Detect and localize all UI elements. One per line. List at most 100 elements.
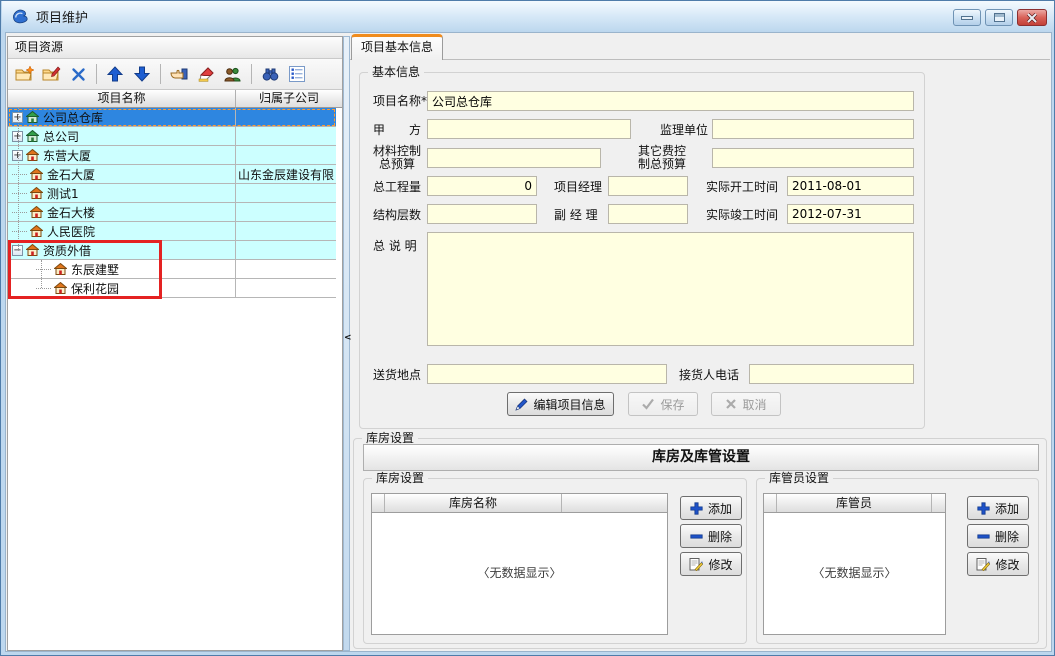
- pen-icon: [515, 398, 528, 411]
- keeper-modify-button[interactable]: 修改: [967, 552, 1029, 576]
- warehouse-remove-button[interactable]: 删除: [680, 524, 742, 548]
- new-folder-button[interactable]: [12, 62, 36, 86]
- deputy-manager-input[interactable]: [608, 204, 688, 224]
- supervisor-label: 监理单位: [660, 122, 708, 138]
- minimize-icon: [961, 16, 973, 20]
- tree-item-2[interactable]: + 总公司: [8, 127, 336, 146]
- tab-project-basic-info[interactable]: 项目基本信息: [351, 34, 443, 60]
- tree-item-name-cell: 测试1: [8, 184, 236, 202]
- tree-item-name-cell: + 东营大厦: [8, 146, 236, 164]
- project-resource-panel: 项目资源: [7, 36, 343, 651]
- warehouse-add-button[interactable]: 添加: [680, 496, 742, 520]
- tree-item-company-cell: [236, 241, 336, 259]
- titlebar: 项目维护: [2, 1, 1055, 32]
- other-budget-input[interactable]: [712, 148, 914, 168]
- receiver-phone-input[interactable]: [749, 364, 914, 384]
- edit-project-button[interactable]: 编辑项目信息: [507, 392, 614, 416]
- tree-item-name-cell: 金石大楼: [8, 203, 236, 221]
- party-a-label: 甲 方: [373, 122, 421, 138]
- project-manager-input[interactable]: [608, 176, 688, 196]
- tree-item-company-cell: [236, 260, 336, 278]
- actual-start-input[interactable]: [787, 176, 914, 196]
- other-budget-label: 其它费控制总预算: [638, 145, 686, 171]
- tree-connector: [12, 212, 27, 213]
- project-name-input[interactable]: [427, 91, 914, 111]
- toolbar-separator: [160, 64, 161, 84]
- tree-item-company-cell: [236, 222, 336, 240]
- list-view-icon: [289, 66, 305, 82]
- delete-icon: [71, 67, 86, 82]
- keeper-column-header[interactable]: 库管员: [777, 494, 932, 512]
- tree-item-company-cell: [236, 184, 336, 202]
- structure-floors-input[interactable]: [427, 204, 537, 224]
- tree-item-name-cell: 人民医院: [8, 222, 236, 240]
- tree-item-1[interactable]: + 公司总仓库: [8, 108, 336, 127]
- move-up-button[interactable]: [103, 62, 127, 86]
- move-down-button[interactable]: [130, 62, 154, 86]
- arrow-down-icon: [134, 66, 150, 82]
- tree-item-company-cell: [236, 146, 336, 164]
- check-icon: [641, 398, 655, 410]
- actual-start-label: 实际开工时间: [706, 179, 778, 195]
- tree-item-company-cell: [236, 127, 336, 145]
- tree-item-4[interactable]: 金石大厦 山东金辰建设有限: [8, 165, 336, 184]
- green-house-icon: [26, 130, 39, 142]
- description-label: 总 说 明: [373, 238, 417, 254]
- find-button[interactable]: [258, 62, 282, 86]
- eraser-icon: [198, 67, 215, 82]
- total-quantity-input[interactable]: [427, 176, 537, 196]
- tree-item-label: 东营大厦: [43, 147, 91, 164]
- edit-folder-icon: [42, 66, 61, 82]
- material-budget-input[interactable]: [427, 148, 601, 168]
- description-textarea[interactable]: [427, 232, 914, 346]
- keeper-empty-text: 〈无数据显示〉: [764, 564, 945, 581]
- binoculars-icon: [262, 67, 279, 81]
- supervisor-input[interactable]: [712, 119, 914, 139]
- edit-folder-button[interactable]: [39, 62, 63, 86]
- window-title: 项目维护: [36, 7, 88, 26]
- panel-splitter[interactable]: <: [343, 36, 350, 651]
- eraser-button[interactable]: [194, 62, 218, 86]
- list-view-button[interactable]: [285, 62, 309, 86]
- delivery-address-input[interactable]: [427, 364, 667, 384]
- maximize-button[interactable]: [985, 9, 1013, 26]
- close-button[interactable]: [1017, 9, 1047, 26]
- tree-item-label: 金石大楼: [47, 204, 95, 221]
- tree-item-company-cell: [236, 279, 336, 297]
- tree-connector: [12, 231, 27, 232]
- party-a-input[interactable]: [427, 119, 631, 139]
- warehouse-table[interactable]: 库房名称 〈无数据显示〉: [371, 493, 668, 635]
- tree-header: 项目名称 归属子公司: [8, 90, 342, 108]
- material-budget-label: 材料控制总预算: [373, 145, 421, 171]
- delete-button[interactable]: [66, 62, 90, 86]
- panel-caption: 项目资源: [8, 37, 342, 59]
- basic-info-group-label: 基本信息: [368, 65, 424, 79]
- annotation-red-rectangle: [8, 240, 162, 299]
- warehouse-modify-button[interactable]: 修改: [680, 552, 742, 576]
- warehouse-name-column-header[interactable]: 库房名称: [385, 494, 562, 512]
- modify-note-icon: [976, 557, 990, 571]
- keeper-table[interactable]: 库管员 〈无数据显示〉: [763, 493, 946, 635]
- cancel-button[interactable]: 取消: [711, 392, 781, 416]
- column-header-project-name[interactable]: 项目名称: [8, 90, 236, 107]
- project-manager-label: 项目经理: [554, 179, 602, 195]
- structure-floors-label: 结构层数: [373, 207, 421, 223]
- orange-house-icon: [30, 168, 43, 180]
- tree-item-6[interactable]: 金石大楼: [8, 203, 336, 222]
- minus-icon: [977, 530, 990, 543]
- tree-item-company: 山东金辰建设有限: [238, 166, 334, 183]
- tree-item-5[interactable]: 测试1: [8, 184, 336, 203]
- hand-pointer-button[interactable]: [167, 62, 191, 86]
- actual-end-input[interactable]: [787, 204, 914, 224]
- project-name-label: 项目名称*: [373, 93, 427, 109]
- save-button[interactable]: 保存: [628, 392, 698, 416]
- column-header-subsidiary[interactable]: 归属子公司: [236, 90, 342, 107]
- minimize-button[interactable]: [953, 9, 981, 26]
- tree-item-7[interactable]: 人民医院: [8, 222, 336, 241]
- orange-house-icon: [26, 149, 39, 161]
- keeper-remove-button[interactable]: 删除: [967, 524, 1029, 548]
- row-indicator-column: [764, 494, 777, 512]
- users-button[interactable]: [221, 62, 245, 86]
- keeper-add-button[interactable]: 添加: [967, 496, 1029, 520]
- tree-item-3[interactable]: + 东营大厦: [8, 146, 336, 165]
